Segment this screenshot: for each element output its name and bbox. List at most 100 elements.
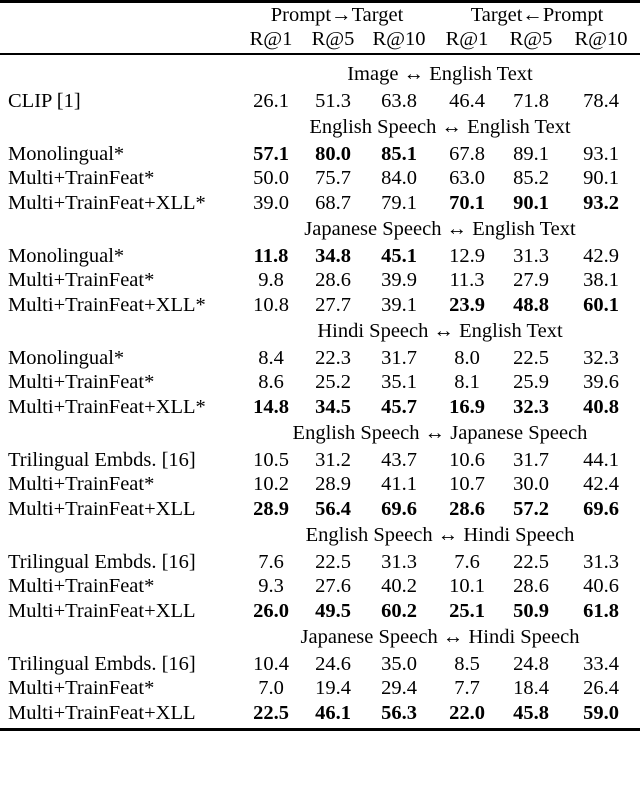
- cell-value: 42.4: [583, 473, 619, 495]
- cell-value: 48.8: [513, 293, 549, 316]
- cell-value: 45.7: [381, 395, 417, 418]
- cell-value: 22.5: [513, 550, 549, 573]
- cell-value: 11.8: [253, 244, 289, 267]
- section-header-pad: [0, 623, 240, 652]
- cell-value: 32.3: [513, 395, 549, 418]
- table-row: Trilingual Embds. [16] 7.6 22.5 31.3 7.6 22.5…: [0, 550, 640, 575]
- table-row: Multi+TrainFeat* 50.0 75.7 84.0 63.0 85.2 90.1: [0, 166, 640, 191]
- cell-value: 90.1: [583, 167, 619, 189]
- cell-value: 34.8: [315, 244, 351, 267]
- cell-value: 29.4: [381, 677, 417, 699]
- bottom-rule: [0, 728, 640, 732]
- direction-header-target-from-prompt: Target←Prompt: [470, 4, 604, 26]
- cell-value: 50.9: [513, 599, 549, 622]
- metric-header-row: R@1 R@5 R@10 R@1 R@5 R@10: [0, 27, 640, 55]
- cell-value: 79.1: [381, 191, 417, 214]
- cell-value: 8.1: [454, 371, 480, 393]
- section-header-pad: [0, 419, 240, 448]
- cell-value: 38.1: [583, 269, 619, 291]
- row-label: Multi+TrainFeat+XLL: [8, 599, 196, 622]
- cell-value: 24.8: [513, 652, 549, 675]
- cell-value: 80.0: [315, 142, 351, 165]
- cell-value: 45.1: [381, 244, 417, 267]
- cell-value: 39.1: [381, 293, 417, 316]
- section-header-row: Image ↔ English Text: [0, 60, 640, 89]
- row-label: Multi+TrainFeat*: [8, 269, 155, 291]
- cell-value: 33.4: [583, 652, 619, 675]
- metric-header-6: R@10: [574, 27, 628, 50]
- cell-value: 28.6: [449, 497, 485, 520]
- row-label: Multi+TrainFeat*: [8, 575, 155, 597]
- cell-value: 27.7: [315, 293, 351, 316]
- row-label: Monolingual*: [8, 142, 125, 165]
- section-title: English Speech ↔ English Text: [309, 116, 571, 138]
- cell-value: 67.8: [449, 142, 485, 165]
- cell-value: 10.7: [449, 473, 485, 495]
- cell-value: 63.8: [381, 89, 417, 112]
- row-label: Trilingual Embds. [16]: [8, 550, 196, 573]
- metric-header-blank: [0, 29, 240, 55]
- cell-value: 31.2: [315, 448, 351, 471]
- cell-value: 10.5: [253, 448, 289, 471]
- section-header-pad: [0, 215, 240, 244]
- cell-value: 7.6: [258, 550, 284, 573]
- cell-value: 69.6: [583, 497, 619, 520]
- bottom-rule-cell: [0, 728, 640, 732]
- table-row: Multi+TrainFeat+XLL 22.5 46.1 56.3 22.0 45.8 5…: [0, 701, 640, 726]
- cell-value: 42.9: [583, 244, 619, 267]
- cell-value: 46.4: [449, 89, 485, 112]
- section-header-row: Hindi Speech ↔ English Text: [0, 317, 640, 346]
- cell-value: 16.9: [449, 395, 485, 418]
- cell-value: 22.0: [449, 701, 485, 724]
- cell-value: 35.1: [381, 371, 417, 393]
- cell-value: 35.0: [381, 652, 417, 675]
- cell-value: 22.5: [513, 346, 549, 369]
- cell-value: 28.9: [315, 473, 351, 495]
- cell-value: 8.4: [258, 346, 284, 369]
- cell-value: 56.4: [315, 497, 351, 520]
- cell-value: 12.9: [449, 244, 485, 267]
- cell-value: 68.7: [315, 191, 351, 214]
- section-header-pad: [0, 317, 240, 346]
- cell-value: 14.8: [253, 395, 289, 418]
- row-label: Multi+TrainFeat+XLL: [8, 497, 196, 520]
- cell-value: 31.3: [513, 244, 549, 267]
- row-label: Trilingual Embds. [16]: [8, 448, 196, 471]
- row-label: Monolingual*: [8, 346, 125, 369]
- cell-value: 23.9: [449, 293, 485, 316]
- cell-value: 25.9: [513, 371, 549, 393]
- metric-header-2: R@5: [311, 27, 355, 50]
- metric-header-1: R@1: [249, 27, 293, 50]
- section-header-row: English Speech ↔ Japanese Speech: [0, 419, 640, 448]
- cell-value: 56.3: [381, 701, 417, 724]
- cell-value: 57.2: [513, 497, 549, 520]
- table-row: Multi+TrainFeat* 9.8 28.6 39.9 11.3 27.9 38.1: [0, 268, 640, 293]
- table-row: Trilingual Embds. [16] 10.4 24.6 35.0 8.5 24.…: [0, 652, 640, 677]
- cell-value: 85.1: [381, 142, 417, 165]
- metric-header-3: R@10: [372, 27, 426, 50]
- cell-value: 31.7: [513, 448, 549, 471]
- cell-value: 78.4: [583, 89, 619, 112]
- row-label: Multi+TrainFeat+XLL: [8, 701, 196, 724]
- cell-value: 22.5: [253, 701, 289, 724]
- section-header-row: Japanese Speech ↔ Hindi Speech: [0, 623, 640, 652]
- table-row: CLIP [1] 26.1 51.3 63.8 46.4 71.8 78.4: [0, 89, 640, 114]
- cell-value: 22.3: [315, 346, 351, 369]
- cell-value: 10.1: [449, 575, 485, 597]
- section-title: Image ↔ English Text: [347, 63, 533, 85]
- section-header-pad: [0, 113, 240, 142]
- row-label: Trilingual Embds. [16]: [8, 652, 196, 675]
- cell-value: 40.6: [583, 575, 619, 597]
- cell-value: 22.5: [315, 550, 351, 573]
- cell-value: 85.2: [513, 167, 549, 189]
- cell-value: 60.2: [381, 599, 417, 622]
- table-row: Multi+TrainFeat+XLL 28.9 56.4 69.6 28.6 57.2 6…: [0, 497, 640, 522]
- cell-value: 27.9: [513, 269, 549, 291]
- cell-value: 8.0: [454, 346, 480, 369]
- cell-value: 31.3: [583, 550, 619, 573]
- table-row: Multi+TrainFeat+XLL* 39.0 68.7 79.1 70.1 90.1…: [0, 191, 640, 216]
- cell-value: 39.0: [253, 191, 289, 214]
- section-header-row: English Speech ↔ English Text: [0, 113, 640, 142]
- metric-header-4: R@1: [445, 27, 489, 50]
- cell-value: 19.4: [315, 677, 351, 699]
